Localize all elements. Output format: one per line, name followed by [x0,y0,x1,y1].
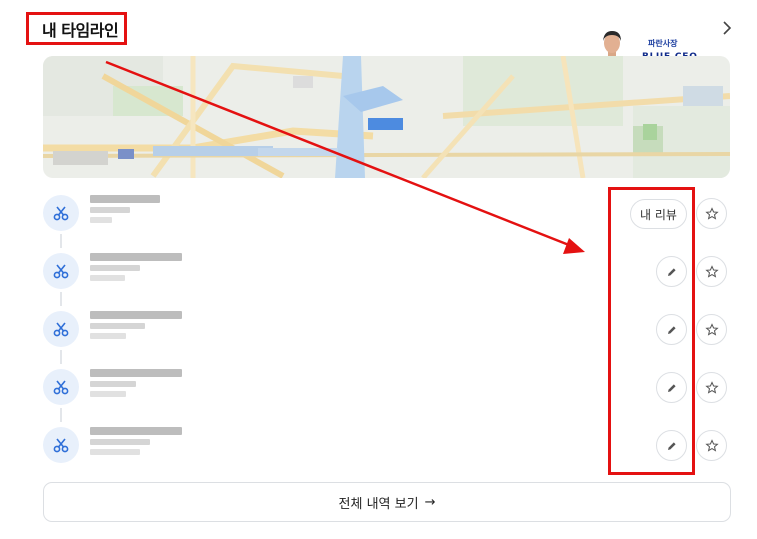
blurred-date [90,333,126,339]
blurred-subtitle [90,439,150,445]
chevron-right-icon[interactable] [720,19,734,37]
blurred-subtitle [90,381,136,387]
scissors-icon[interactable] [43,253,79,289]
arrow-right-icon: → [424,494,436,510]
actions-highlight-box [608,187,695,475]
blurred-subtitle [90,207,130,213]
blurred-title [90,311,182,319]
scissors-icon[interactable] [43,369,79,405]
scissors-icon[interactable] [43,195,79,231]
scissors-icon[interactable] [43,427,79,463]
star-outline-icon[interactable] [696,372,727,403]
blurred-date [90,217,112,223]
blurred-title [90,369,182,377]
star-outline-icon[interactable] [696,198,727,229]
blurred-subtitle [90,265,140,271]
star-outline-icon[interactable] [696,430,727,461]
timeline-connector [60,234,62,248]
blurred-date [90,449,140,455]
view-all-label: 전체 내역 보기 [338,496,419,512]
view-all-button[interactable]: 전체 내역 보기 → [43,482,731,522]
map-thumbnail[interactable] [43,56,730,178]
blurred-date [90,391,126,397]
star-outline-icon[interactable] [696,256,727,287]
timeline-connector [60,350,62,364]
blurred-title [90,195,160,203]
blurred-date [90,275,125,281]
star-outline-icon[interactable] [696,314,727,345]
scissors-icon[interactable] [43,311,79,347]
timeline-connector [60,408,62,422]
blurred-subtitle [90,323,145,329]
page-title: 내 타임라인 [42,21,119,40]
blurred-title [90,427,182,435]
brand-name-korean: 파란사장 [648,39,678,48]
timeline-connector [60,292,62,306]
blurred-title [90,253,182,261]
